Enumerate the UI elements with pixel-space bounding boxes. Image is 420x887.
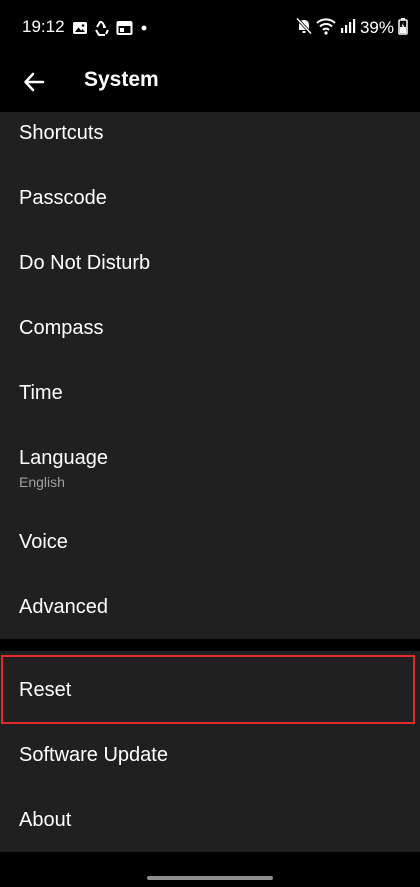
arrow-left-icon [23,71,45,98]
menu-item-do-not-disturb[interactable]: Do Not Disturb [0,242,420,307]
wifi-icon [316,17,336,40]
menu-item-label: Do Not Disturb [19,252,151,274]
menu-item-shortcuts[interactable]: Shortcuts [0,112,420,177]
menu-item-label: About [19,809,72,831]
home-indicator[interactable] [147,876,273,880]
page-title: System [84,68,159,91]
menu-item-label: Shortcuts [19,122,104,144]
menu-item-label: Software Update [19,744,168,766]
dot-icon [138,20,150,36]
battery-icon [398,17,408,40]
notification-icons [72,18,150,38]
mute-icon [295,16,313,40]
highlight-box [1,655,415,724]
menu-item-voice[interactable]: Voice [0,521,420,586]
menu-item-language[interactable]: Language English [0,437,420,521]
menu-item-software-update[interactable]: Software Update [0,723,420,788]
menu-item-time[interactable]: Time [0,372,420,437]
status-bar: 19:12 39% [0,0,420,56]
menu-item-label: Language [19,447,108,469]
status-time: 19:12 [22,17,65,36]
menu-item-label: Advanced [19,596,108,618]
back-button[interactable] [12,62,56,106]
menu-item-about[interactable]: About [0,788,420,853]
menu-item-label: Passcode [19,187,107,209]
language-value: English [19,474,65,490]
calendar-icon [116,20,133,36]
system-status-icons: 39% [295,16,408,40]
app-bar: System [0,56,420,112]
battery-percentage: 39% [359,18,394,37]
gallery-icon [72,20,88,36]
settings-list: Shortcuts Passcode Do Not Disturb Compas… [0,112,420,639]
menu-item-label: Voice [19,531,68,553]
menu-item-compass[interactable]: Compass [0,307,420,372]
menu-item-label: Time [19,382,63,404]
menu-item-label: Compass [19,317,104,339]
menu-item-advanced[interactable]: Advanced [0,586,420,651]
recycle-icon [93,20,111,37]
menu-item-passcode[interactable]: Passcode [0,177,420,242]
signal-icon [340,18,356,39]
